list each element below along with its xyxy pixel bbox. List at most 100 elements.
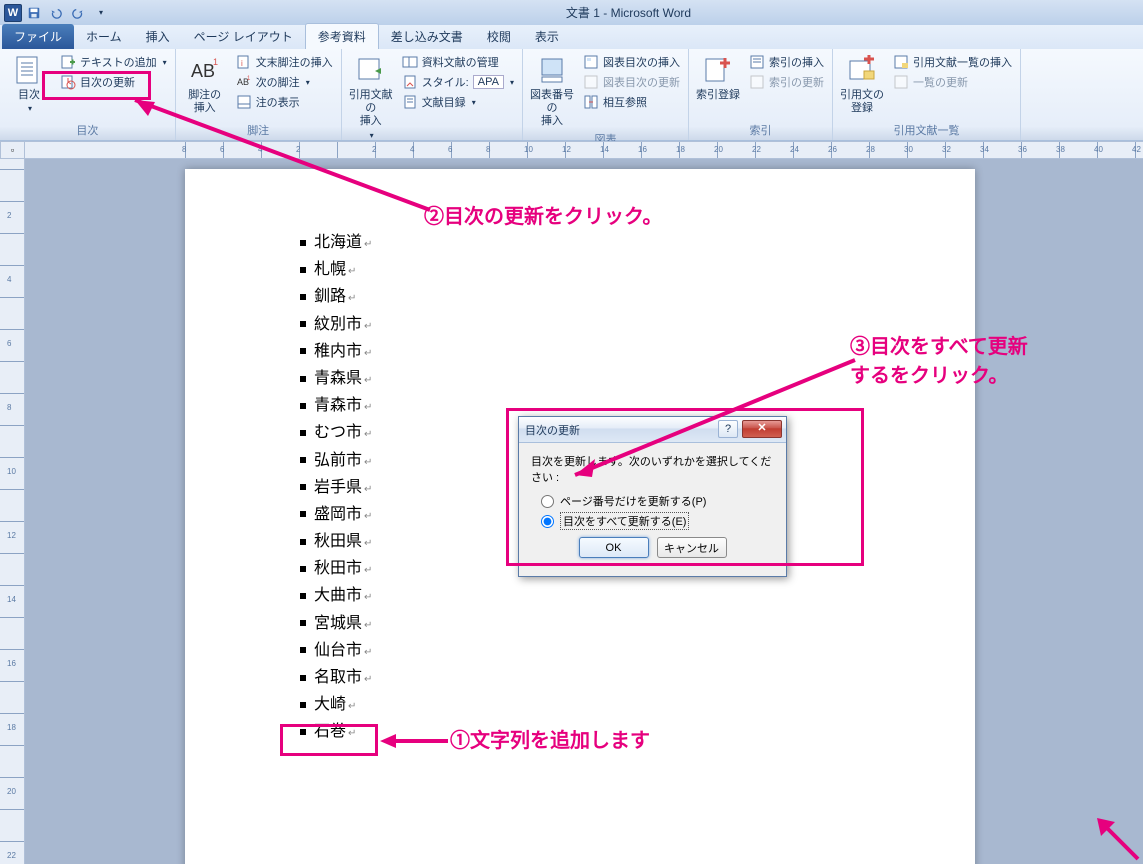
list-item-text: 大曲市: [314, 582, 372, 609]
list-item[interactable]: 名取市: [300, 664, 372, 691]
list-item[interactable]: 大崎: [300, 691, 372, 718]
redo-icon: [71, 6, 85, 20]
tab-insert[interactable]: 挿入: [134, 24, 182, 49]
bullet-icon: [300, 267, 306, 273]
vertical-ruler[interactable]: 246810121416182022: [0, 159, 25, 864]
list-item-text: 宮城県: [314, 610, 372, 637]
insert-footnote-button[interactable]: AB1 脚注の 挿入: [182, 51, 228, 115]
ribbon-tabs: ファイル ホーム 挿入 ページ レイアウト 参考資料 差し込み文書 校閲 表示: [0, 25, 1143, 49]
list-item-text: 大崎: [314, 691, 356, 718]
list-item[interactable]: 弘前市: [300, 447, 372, 474]
tab-home[interactable]: ホーム: [74, 24, 134, 49]
list-item[interactable]: 青森市: [300, 392, 372, 419]
bullet-icon: [300, 430, 306, 436]
list-item[interactable]: 石巻: [300, 718, 372, 745]
tab-page-layout[interactable]: ページ レイアウト: [182, 24, 305, 49]
update-toa-button[interactable]: 一覧の更新: [891, 73, 1014, 91]
cross-ref-button[interactable]: 相互参照: [581, 93, 682, 111]
insert-toa-button[interactable]: 引用文献一覧の挿入: [891, 53, 1014, 71]
insert-endnote-button[interactable]: i文末脚注の挿入: [234, 53, 335, 71]
list-item-text: 盛岡市: [314, 501, 372, 528]
update-index-button[interactable]: 索引の更新: [747, 73, 826, 91]
list-item[interactable]: 紋別市: [300, 311, 372, 338]
manage-sources-button[interactable]: 資料文献の管理: [400, 53, 516, 71]
mark-citation-button[interactable]: 引用文の 登録: [839, 51, 885, 115]
citation-style[interactable]: スタイル: APA▾: [400, 73, 516, 91]
update-tof-button[interactable]: 図表目次の更新: [581, 73, 682, 91]
bullet-icon: [300, 294, 306, 300]
list-item-text: 釧路: [314, 283, 356, 310]
undo-button[interactable]: [46, 3, 66, 23]
list-item[interactable]: 盛岡市: [300, 501, 372, 528]
manage-sources-icon: [402, 54, 418, 70]
radio-update-all[interactable]: 目次をすべて更新する(E): [541, 512, 774, 530]
tab-references[interactable]: 参考資料: [305, 23, 379, 49]
list-item[interactable]: 秋田市: [300, 555, 372, 582]
list-item[interactable]: 稚内市: [300, 338, 372, 365]
dialog-cancel-button[interactable]: キャンセル: [657, 537, 727, 558]
bullet-icon: [300, 702, 306, 708]
redo-button[interactable]: [68, 3, 88, 23]
mark-entry-icon: [702, 55, 734, 87]
dialog-message: 目次を更新します。次のいずれかを選択してください :: [531, 453, 774, 485]
next-footnote-icon: AB1: [236, 74, 252, 90]
tab-file[interactable]: ファイル: [2, 24, 74, 49]
tab-review[interactable]: 校閲: [475, 24, 523, 49]
svg-text:AB: AB: [191, 61, 215, 81]
tab-mailings[interactable]: 差し込み文書: [379, 24, 475, 49]
tof-icon: [583, 54, 599, 70]
add-text-button[interactable]: テキストの追加▾: [58, 53, 169, 71]
radio-update-pages[interactable]: ページ番号だけを更新する(P): [541, 493, 774, 509]
word-app-icon[interactable]: W: [4, 4, 22, 22]
list-item-text: 仙台市: [314, 637, 372, 664]
insert-citation-button[interactable]: 引用文献の 挿入▾: [348, 51, 394, 140]
svg-text:1: 1: [247, 76, 251, 82]
list-item-text: むつ市: [314, 419, 372, 446]
list-item-text: 弘前市: [314, 447, 372, 474]
list-item[interactable]: 北海道: [300, 229, 372, 256]
list-item[interactable]: 大曲市: [300, 582, 372, 609]
toc-button[interactable]: 目次▾: [6, 51, 52, 114]
list-item-text: 北海道: [314, 229, 372, 256]
group-footnotes: AB1 脚注の 挿入 i文末脚注の挿入 AB1次の脚注▾ 注の表示 脚注: [176, 49, 342, 140]
dialog-title-bar[interactable]: 目次の更新 ? ✕: [519, 417, 786, 443]
tab-view[interactable]: 表示: [523, 24, 571, 49]
group-toc: 目次▾ テキストの追加▾ 目次の更新 目次: [0, 49, 176, 140]
list-item[interactable]: むつ市: [300, 419, 372, 446]
bullet-icon: [300, 729, 306, 735]
list-item[interactable]: 宮城県: [300, 610, 372, 637]
dialog-ok-button[interactable]: OK: [579, 537, 649, 558]
save-button[interactable]: [24, 3, 44, 23]
footnote-icon: AB1: [189, 55, 221, 87]
update-toc-dialog: 目次の更新 ? ✕ 目次を更新します。次のいずれかを選択してください : ページ…: [518, 416, 787, 577]
list-item-text: 青森県: [314, 365, 372, 392]
qat-customize[interactable]: ▾: [90, 3, 110, 23]
list-item[interactable]: 仙台市: [300, 637, 372, 664]
next-footnote-button[interactable]: AB1次の脚注▾: [234, 73, 335, 91]
list-item[interactable]: 青森県: [300, 365, 372, 392]
ruler-corner[interactable]: ▫: [0, 141, 25, 159]
insert-index-button[interactable]: 索引の挿入: [747, 53, 826, 71]
show-notes-button[interactable]: 注の表示: [234, 93, 335, 111]
undo-icon: [49, 6, 63, 20]
bullet-icon: [300, 593, 306, 599]
list-item-text: 岩手県: [314, 474, 372, 501]
bullet-icon: [300, 511, 306, 517]
mark-index-entry-button[interactable]: 索引登録: [695, 51, 741, 102]
insert-caption-button[interactable]: 図表番号の 挿入: [529, 51, 575, 129]
insert-tof-button[interactable]: 図表目次の挿入: [581, 53, 682, 71]
list-item-text: 名取市: [314, 664, 372, 691]
horizontal-ruler[interactable]: 8642246810121416182022242628303234363840…: [25, 141, 1143, 159]
add-text-icon: [60, 54, 76, 70]
list-item[interactable]: 釧路: [300, 283, 372, 310]
document-content[interactable]: 北海道札幌釧路紋別市稚内市青森県青森市むつ市弘前市岩手県盛岡市秋田県秋田市大曲市…: [300, 229, 372, 746]
list-item[interactable]: 岩手県: [300, 474, 372, 501]
list-item[interactable]: 札幌: [300, 256, 372, 283]
list-item[interactable]: 秋田県: [300, 528, 372, 555]
bullet-icon: [300, 566, 306, 572]
update-toc-button[interactable]: 目次の更新: [58, 73, 169, 91]
bullet-icon: [300, 403, 306, 409]
dialog-help-button[interactable]: ?: [718, 420, 738, 438]
dialog-close-button[interactable]: ✕: [742, 420, 782, 438]
bibliography-button[interactable]: 文献目録▾: [400, 93, 516, 111]
